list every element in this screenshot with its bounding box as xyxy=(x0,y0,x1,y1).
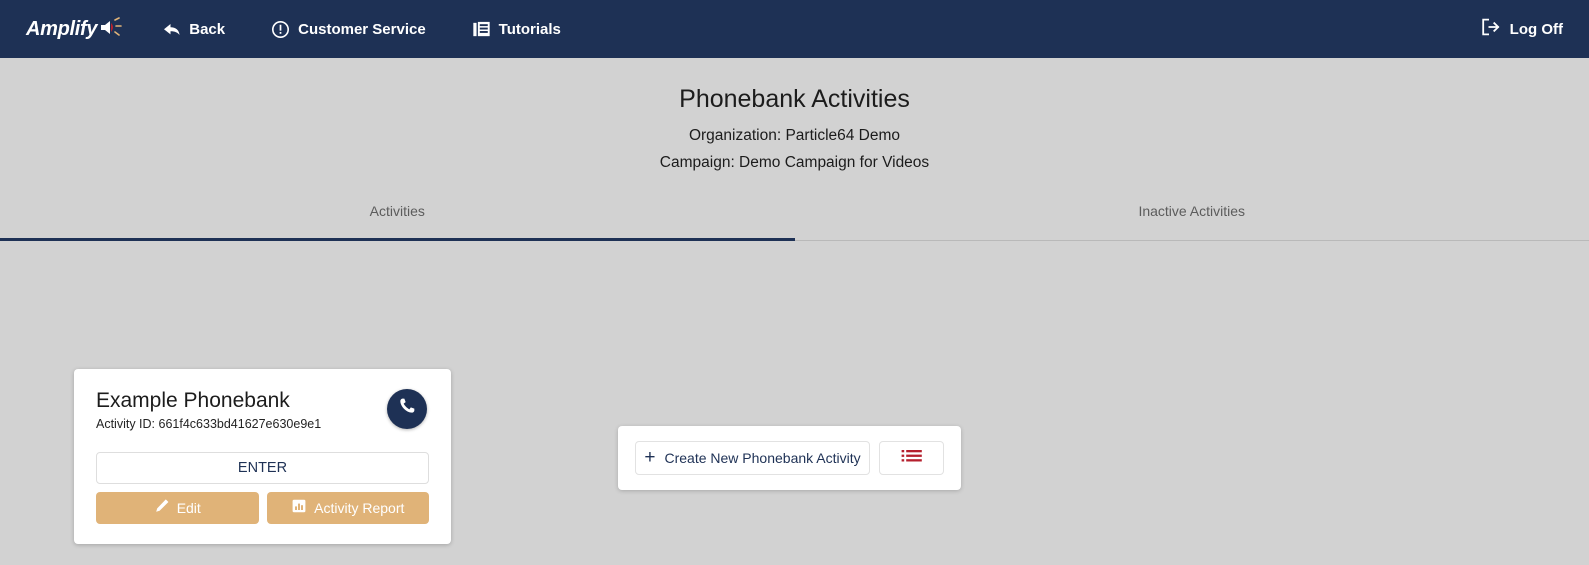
nav-item-tutorials-label: Tutorials xyxy=(498,20,561,38)
list-icon xyxy=(901,448,923,467)
nav-item-customer-service-label: Customer Service xyxy=(298,20,426,38)
edit-button[interactable]: Edit xyxy=(96,491,259,524)
amplify-logo[interactable]: Amplify xyxy=(26,16,123,42)
enter-button[interactable]: ENTER xyxy=(96,451,429,484)
nav-item-customer-service[interactable]: Customer Service xyxy=(271,20,426,39)
logo-text: Amplify xyxy=(26,17,98,40)
exclamation-circle-icon xyxy=(271,20,290,39)
edit-button-label: Edit xyxy=(176,499,201,516)
nav-item-back-label: Back xyxy=(189,20,226,38)
activity-card-title: Example Phonebank xyxy=(96,388,290,412)
top-navigation-bar: Amplify Back Customer Service Tutorials … xyxy=(0,0,1589,58)
page-header: Phonebank Activities Organization: Parti… xyxy=(0,58,1589,174)
main-content: Example Phonebank Activity ID: 661f4c633… xyxy=(0,241,1589,565)
activity-id-label: Activity ID: 661f4c633bd41627e630e9e1 xyxy=(96,416,322,431)
campaign-label: Campaign: Demo Campaign for Videos xyxy=(659,153,930,171)
page-title: Phonebank Activities xyxy=(679,85,910,113)
tab-inactive-activities[interactable]: Inactive Activities xyxy=(795,196,1589,240)
activity-card-titles: Example Phonebank Activity ID: 661f4c633… xyxy=(96,388,321,431)
tab-activities[interactable]: Activities xyxy=(0,196,795,241)
create-button-label: Create New Phonebank Activity xyxy=(664,449,861,466)
phone-icon xyxy=(397,396,417,421)
back-arrow-icon xyxy=(162,21,181,38)
nav-item-back[interactable]: Back xyxy=(162,21,225,38)
activity-report-button[interactable]: Activity Report xyxy=(266,491,429,524)
logoff-label: Log Off xyxy=(1509,20,1563,38)
phone-badge[interactable] xyxy=(387,388,427,429)
activity-card-header: Example Phonebank Activity ID: 661f4c633… xyxy=(96,388,429,431)
logout-icon xyxy=(1481,18,1501,40)
activities-tabs: Activities Inactive Activities xyxy=(0,196,1589,241)
activity-report-button-label: Activity Report xyxy=(314,499,405,516)
create-new-phonebank-activity-button[interactable]: + Create New Phonebank Activity xyxy=(635,440,870,475)
organization-label: Organization: Particle64 Demo xyxy=(688,127,901,144)
megaphone-icon xyxy=(98,16,123,42)
activity-card-actions: Edit Activity Report xyxy=(96,491,429,524)
book-icon xyxy=(472,20,491,39)
create-activity-panel: + Create New Phonebank Activity xyxy=(618,425,961,490)
pencil-icon xyxy=(154,498,170,517)
bar-chart-icon xyxy=(291,498,307,517)
plus-icon: + xyxy=(644,446,656,468)
list-view-button[interactable] xyxy=(879,440,944,475)
tab-inactive-activities-label: Inactive Activities xyxy=(1138,202,1246,219)
logoff-button[interactable]: Log Off xyxy=(1481,18,1563,40)
tab-activities-label: Activities xyxy=(369,202,425,219)
nav-item-tutorials[interactable]: Tutorials xyxy=(472,20,561,39)
activity-card: Example Phonebank Activity ID: 661f4c633… xyxy=(74,368,451,544)
